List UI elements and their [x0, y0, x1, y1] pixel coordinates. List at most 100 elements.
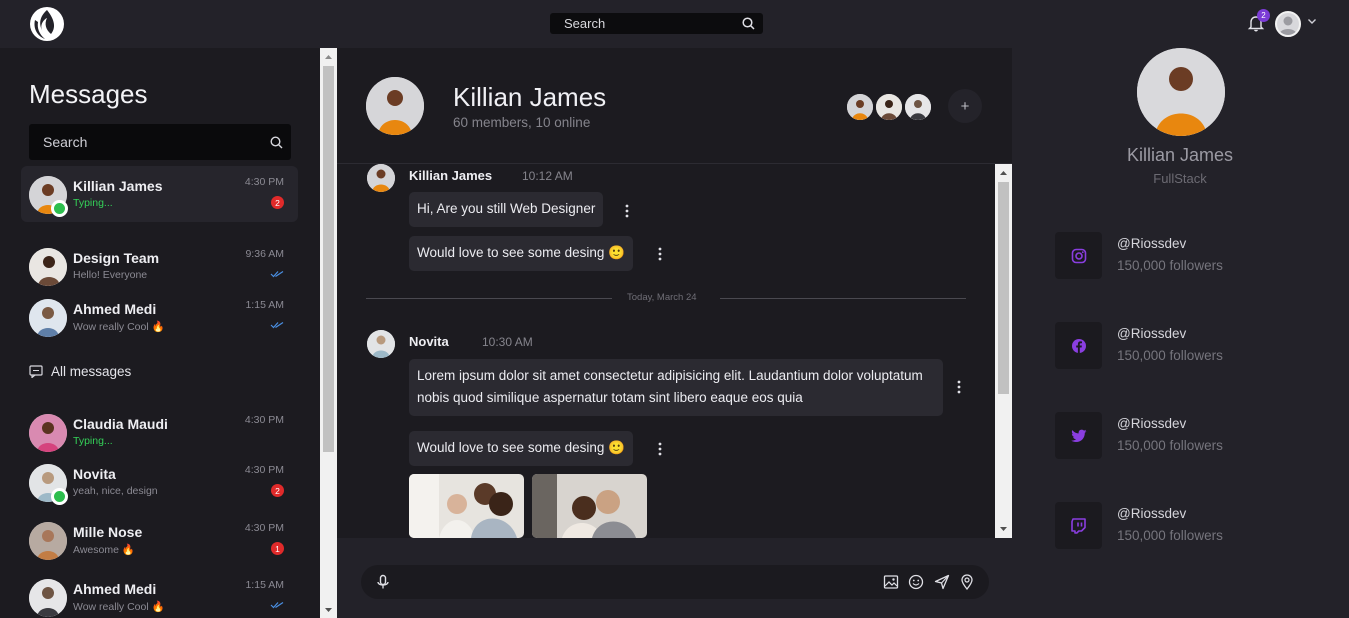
- chat-title: Killian James: [453, 82, 607, 112]
- brand-logo[interactable]: [29, 4, 65, 42]
- conversation-item[interactable]: Novita yeah, nice, design 4:30 PM 2: [21, 454, 298, 510]
- conversation-name: Novita: [73, 466, 116, 482]
- sidebar-search-input[interactable]: Search: [43, 134, 270, 150]
- conversation-item[interactable]: Claudia Maudi Typing... 4:30 PM: [21, 404, 298, 460]
- conversation-preview: Wow really Cool 🔥: [73, 321, 165, 333]
- scroll-down-arrow-icon[interactable]: [995, 522, 1012, 536]
- avatar: [29, 248, 67, 286]
- read-receipt-icon: [270, 271, 284, 278]
- unread-badge: 2: [271, 484, 284, 497]
- twitter-icon: [1070, 429, 1086, 442]
- social-handle: @Riossdev: [1117, 416, 1187, 431]
- message-time: 10:12 AM: [522, 169, 573, 183]
- message-input[interactable]: [361, 565, 989, 599]
- shared-photo[interactable]: [409, 474, 524, 538]
- social-icon-box[interactable]: [1055, 502, 1102, 549]
- user-avatar[interactable]: [1275, 11, 1301, 37]
- online-indicator: [51, 488, 68, 505]
- avatar: [29, 299, 67, 337]
- member-avatar[interactable]: [845, 92, 875, 122]
- global-search[interactable]: Search: [550, 13, 763, 34]
- social-icon-box[interactable]: [1055, 232, 1102, 279]
- send-icon[interactable]: [934, 574, 950, 590]
- sidebar-scrollbar[interactable]: [320, 48, 337, 618]
- scrollbar-thumb[interactable]: [323, 66, 334, 452]
- chevron-down-icon[interactable]: [1306, 15, 1318, 27]
- social-link[interactable]: @Riossdev 150,000 followers: [1055, 412, 1305, 460]
- profile-avatar[interactable]: [1137, 48, 1225, 136]
- search-icon[interactable]: [270, 135, 283, 149]
- more-options-icon[interactable]: [625, 204, 629, 218]
- scrollbar-thumb[interactable]: [998, 182, 1009, 394]
- microphone-icon[interactable]: [375, 574, 391, 590]
- search-icon[interactable]: [742, 17, 755, 30]
- message-bubble: Would love to see some desing 🙂: [409, 431, 633, 466]
- image-icon[interactable]: [883, 574, 899, 590]
- online-indicator: [51, 200, 68, 217]
- conversation-preview: Hello! Everyone: [73, 269, 148, 281]
- member-avatar[interactable]: [874, 92, 904, 122]
- chat-header: Killian James 60 members, 10 online +: [337, 48, 1012, 164]
- sidebar-search[interactable]: Search: [29, 124, 291, 160]
- social-icon-box[interactable]: [1055, 322, 1102, 369]
- facebook-icon: [1071, 338, 1086, 353]
- conversation-time: 4:30 PM: [244, 522, 284, 534]
- social-icon-box[interactable]: [1055, 412, 1102, 459]
- more-options-icon[interactable]: [957, 380, 961, 394]
- conversation-preview: yeah, nice, design: [73, 485, 158, 497]
- unread-badge: 1: [271, 542, 284, 555]
- avatar: [29, 522, 67, 560]
- conversation-time: 4:30 PM: [244, 414, 284, 426]
- message-thread[interactable]: Killian James 10:12 AM Hi, Are you still…: [337, 164, 995, 538]
- conversation-item[interactable]: Ahmed Medi Wow really Cool 🔥 1:15 AM: [21, 569, 298, 618]
- conversation-name: Claudia Maudi: [73, 416, 168, 432]
- location-icon[interactable]: [959, 574, 975, 590]
- member-avatar[interactable]: [903, 92, 933, 122]
- message-avatar: [367, 164, 395, 192]
- social-followers: 150,000 followers: [1117, 348, 1223, 363]
- social-followers: 150,000 followers: [1117, 438, 1223, 453]
- all-messages-label: All messages: [51, 364, 132, 379]
- profile-role: FullStack: [1153, 171, 1207, 186]
- message-bubble: Would love to see some desing 🙂: [409, 236, 633, 271]
- conversation-item[interactable]: Ahmed Medi Wow really Cool 🔥 1:15 AM: [21, 289, 298, 345]
- scroll-down-arrow-icon[interactable]: [320, 603, 337, 617]
- conversation-name: Ahmed Medi: [73, 581, 157, 597]
- social-handle: @Riossdev: [1117, 506, 1187, 521]
- more-options-icon[interactable]: [658, 247, 662, 261]
- social-handle: @Riossdev: [1117, 326, 1187, 341]
- more-options-icon[interactable]: [658, 442, 662, 456]
- conversation-item[interactable]: Mille Nose Awesome 🔥 4:30 PM 1: [21, 512, 298, 568]
- conversation-time: 4:30 PM: [244, 176, 284, 188]
- chat-scrollbar[interactable]: [995, 164, 1012, 538]
- conversation-time: 4:30 PM: [244, 464, 284, 476]
- social-link[interactable]: @Riossdev 150,000 followers: [1055, 232, 1305, 280]
- avatar: [29, 414, 67, 452]
- notification-badge: 2: [1257, 9, 1270, 22]
- unread-badge: 2: [271, 196, 284, 209]
- conversation-name: Ahmed Medi: [73, 301, 157, 317]
- message-author: Novita: [409, 334, 449, 349]
- conversation-time: 1:15 AM: [245, 579, 284, 591]
- group-avatar[interactable]: [366, 77, 424, 135]
- shared-photo[interactable]: [532, 474, 647, 538]
- add-member-button[interactable]: +: [948, 89, 982, 123]
- message-bubble: Lorem ipsum dolor sit amet consectetur a…: [409, 359, 943, 416]
- read-receipt-icon: [270, 322, 284, 329]
- sidebar-title: Messages: [29, 79, 148, 109]
- conversation-preview: Awesome 🔥: [73, 544, 135, 556]
- conversation-item[interactable]: Killian James Typing... 4:30 PM 2: [21, 166, 298, 222]
- social-followers: 150,000 followers: [1117, 528, 1223, 543]
- scroll-up-arrow-icon[interactable]: [320, 50, 337, 64]
- scroll-up-arrow-icon[interactable]: [995, 166, 1012, 180]
- social-link[interactable]: @Riossdev 150,000 followers: [1055, 502, 1305, 550]
- conversation-item[interactable]: Design Team Hello! Everyone 9:36 AM: [21, 238, 298, 294]
- global-search-input[interactable]: Search: [564, 16, 742, 31]
- avatar: [29, 579, 67, 617]
- date-divider-line: [366, 298, 612, 299]
- conversation-preview: Wow really Cool 🔥: [73, 601, 165, 613]
- emoji-icon[interactable]: [908, 574, 924, 590]
- conversation-preview: Typing...: [73, 435, 113, 447]
- chat-subtitle: 60 members, 10 online: [453, 115, 591, 130]
- social-link[interactable]: @Riossdev 150,000 followers: [1055, 322, 1305, 370]
